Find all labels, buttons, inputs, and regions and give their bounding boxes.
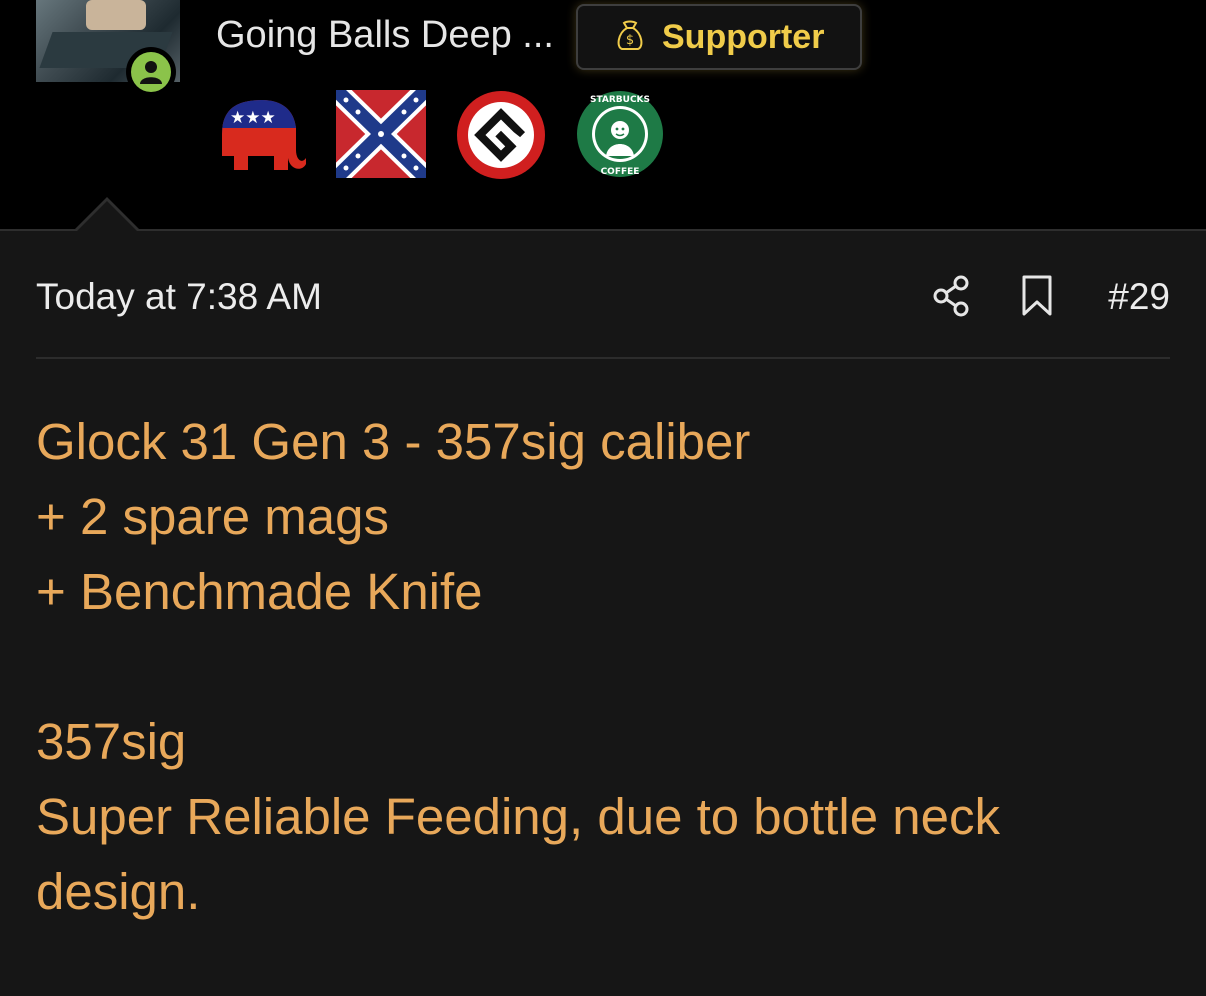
post-line: Super Reliable Feeding, due to bottle ne… bbox=[36, 788, 1000, 845]
username[interactable]: Going Balls Deep ... bbox=[216, 14, 554, 57]
confederate-flag-icon[interactable] bbox=[328, 82, 434, 186]
online-status-badge bbox=[126, 47, 176, 97]
user-header: Going Balls Deep ... $ Supporter ★★★ STA… bbox=[0, 0, 1206, 231]
supporter-label: Supporter bbox=[662, 17, 825, 56]
post-line-blank bbox=[36, 629, 1170, 704]
supporter-badge[interactable]: $ Supporter bbox=[576, 4, 862, 70]
share-icon[interactable] bbox=[932, 274, 972, 323]
starbucks-coffee-logo-icon[interactable]: STARBUCKS COFFEE bbox=[576, 90, 664, 183]
bookmark-icon[interactable] bbox=[1020, 274, 1054, 323]
post-line: 357sig bbox=[36, 713, 187, 770]
starbucks-text-top: STARBUCKS bbox=[590, 95, 650, 105]
online-user-icon bbox=[131, 52, 171, 92]
post-pointer-notch-fill bbox=[77, 201, 137, 231]
starbucks-text-bottom: COFFEE bbox=[601, 167, 640, 177]
post-line: + 2 spare mags bbox=[36, 488, 389, 545]
grammar-nazi-g-icon[interactable] bbox=[456, 90, 546, 185]
post-body: Glock 31 Gen 3 - 357sig caliber + 2 spar… bbox=[36, 404, 1170, 929]
money-bag-icon: $ bbox=[612, 17, 648, 58]
post-line: Glock 31 Gen 3 - 357sig caliber bbox=[36, 413, 751, 470]
post-number-link[interactable]: #29 bbox=[1108, 276, 1170, 318]
svg-text:$: $ bbox=[626, 33, 634, 48]
post-meta-row: Today at 7:38 AM #29 bbox=[36, 274, 1170, 323]
avatar-image-detail bbox=[86, 0, 146, 30]
republican-elephant-icon[interactable]: ★★★ bbox=[218, 94, 308, 179]
post-line: + Benchmade Knife bbox=[36, 563, 483, 620]
divider bbox=[36, 357, 1170, 359]
post-line: design. bbox=[36, 863, 201, 920]
post-timestamp[interactable]: Today at 7:38 AM bbox=[36, 276, 322, 318]
svg-text:★★★: ★★★ bbox=[230, 108, 276, 128]
